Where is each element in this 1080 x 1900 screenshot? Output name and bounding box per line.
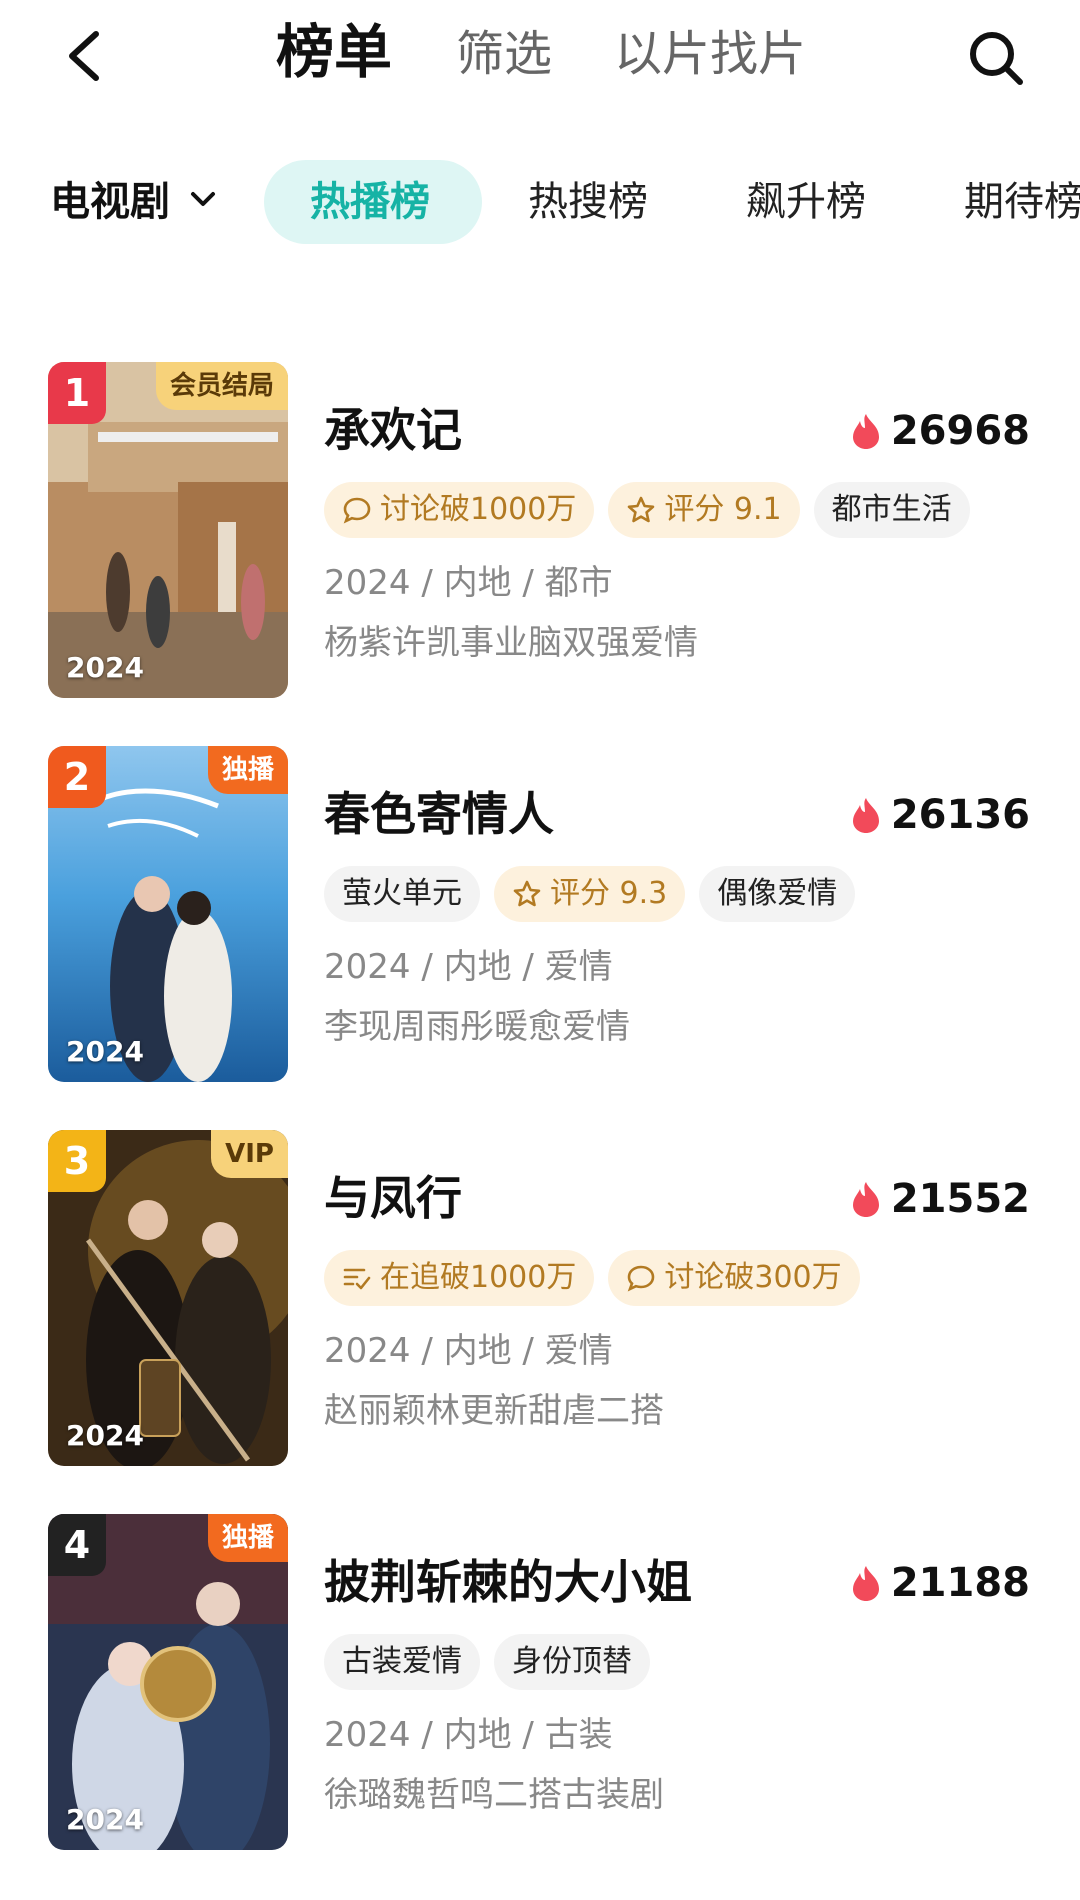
show-description: 徐璐魏哲鸣二搭古装剧 xyxy=(324,1775,664,1815)
poster-image[interactable]: 1 会员结局 2024 xyxy=(48,362,288,698)
tab-rankings[interactable]: 榜单 xyxy=(276,20,392,84)
rank-badge: 4 xyxy=(48,1514,106,1576)
filter-row: 电视剧 热播榜 热搜榜 飙升榜 期待榜 xyxy=(0,160,1080,244)
rating-tag: 评分 9.3 xyxy=(494,866,686,922)
list-item[interactable]: 3 VIP 2024 与凤行 21552 在追破1000万 讨论破300万 20… xyxy=(0,1130,1080,1470)
heat-score: 26968 xyxy=(851,404,1030,458)
firefly-unit-tag: 萤火单元 xyxy=(324,866,480,922)
heat-score: 26136 xyxy=(851,788,1030,842)
list-item[interactable]: 2 独播 2024 春色寄情人 26136 萤火单元 评分 9.3 偶像爱情 2… xyxy=(0,746,1080,1086)
category-dropdown-label[interactable]: 电视剧 xyxy=(50,176,170,228)
top-bar: 榜单 筛选 以片找片 xyxy=(0,0,1080,120)
flame-icon xyxy=(852,414,879,449)
show-description: 赵丽颖林更新甜虐二搭 xyxy=(324,1391,664,1431)
show-meta: 2024 / 内地 / 爱情 xyxy=(324,947,613,987)
poster-year: 2024 xyxy=(66,1419,144,1452)
discussion-tag: 讨论破1000万 xyxy=(324,482,595,538)
show-title[interactable]: 与凤行 xyxy=(324,1168,462,1228)
show-meta: 2024 / 内地 / 都市 xyxy=(324,563,613,603)
star-icon xyxy=(628,496,655,523)
star-icon xyxy=(513,880,541,907)
tab-hot-search[interactable]: 热搜榜 xyxy=(528,176,648,228)
discussion-tag: 讨论破300万 xyxy=(608,1250,860,1306)
genre-tag: 偶像爱情 xyxy=(699,866,856,922)
comment-icon xyxy=(628,1265,655,1292)
following-tag: 在追破1000万 xyxy=(324,1250,595,1306)
search-icon[interactable] xyxy=(966,28,1026,88)
exclusive-badge: 独播 xyxy=(207,1514,288,1562)
show-title[interactable]: 披荆斩棘的大小姐 xyxy=(324,1552,692,1612)
show-description: 李现周雨彤暖愈爱情 xyxy=(324,1007,630,1047)
tab-find-by-movie[interactable]: 以片找片 xyxy=(614,22,806,86)
list-item[interactable]: 4 独播 2024 披荆斩棘的大小姐 21188 古装爱情 身份顶替 2024 … xyxy=(0,1514,1080,1854)
genre-tag: 古装爱情 xyxy=(324,1634,480,1690)
flame-icon xyxy=(852,1182,879,1217)
heat-score: 21552 xyxy=(851,1172,1030,1226)
show-title[interactable]: 承欢记 xyxy=(324,400,462,460)
show-description: 杨紫许凯事业脑双强爱情 xyxy=(324,623,698,663)
poster-year: 2024 xyxy=(66,651,144,684)
poster-image[interactable]: 4 独播 2024 xyxy=(48,1514,288,1850)
poster-image[interactable]: 2 独播 2024 xyxy=(48,746,288,1082)
tag-row: 讨论破1000万 评分 9.1 都市生活 xyxy=(324,482,984,538)
tab-filter[interactable]: 筛选 xyxy=(456,22,552,86)
back-arrow-icon[interactable] xyxy=(62,28,106,84)
tag-row: 在追破1000万 讨论破300万 xyxy=(324,1250,874,1306)
genre-tag: 身份顶替 xyxy=(494,1634,650,1690)
poster-image[interactable]: 3 VIP 2024 xyxy=(48,1130,288,1466)
tag-row: 萤火单元 评分 9.3 偶像爱情 xyxy=(324,866,869,922)
rank-badge: 1 xyxy=(48,362,106,424)
tag-row: 古装爱情 身份顶替 xyxy=(324,1634,664,1690)
tab-hot-play[interactable]: 热播榜 xyxy=(310,176,430,228)
flame-icon xyxy=(852,798,879,833)
heat-score: 21188 xyxy=(851,1556,1030,1610)
show-title[interactable]: 春色寄情人 xyxy=(324,784,554,844)
vip-badge: VIP xyxy=(211,1130,288,1178)
genre-tag: 都市生活 xyxy=(813,482,970,538)
comment-icon xyxy=(343,497,371,524)
rank-badge: 2 xyxy=(48,746,106,808)
show-meta: 2024 / 内地 / 古装 xyxy=(324,1715,613,1755)
poster-year: 2024 xyxy=(66,1803,144,1836)
tab-rising[interactable]: 飙升榜 xyxy=(746,176,866,228)
list-item[interactable]: 1 会员结局 2024 承欢记 26968 讨论破1000万 评分 9.1 都市… xyxy=(0,362,1080,702)
rating-tag: 评分 9.1 xyxy=(608,482,800,538)
rank-badge: 3 xyxy=(48,1130,106,1192)
show-meta: 2024 / 内地 / 爱情 xyxy=(324,1331,613,1371)
list-check-icon xyxy=(343,1268,371,1290)
poster-year: 2024 xyxy=(66,1035,144,1068)
member-finale-badge: 会员结局 xyxy=(155,362,288,410)
exclusive-badge: 独播 xyxy=(207,746,288,794)
tab-anticipated[interactable]: 期待榜 xyxy=(964,176,1080,228)
chevron-down-icon[interactable] xyxy=(188,184,218,214)
flame-icon xyxy=(852,1566,879,1601)
